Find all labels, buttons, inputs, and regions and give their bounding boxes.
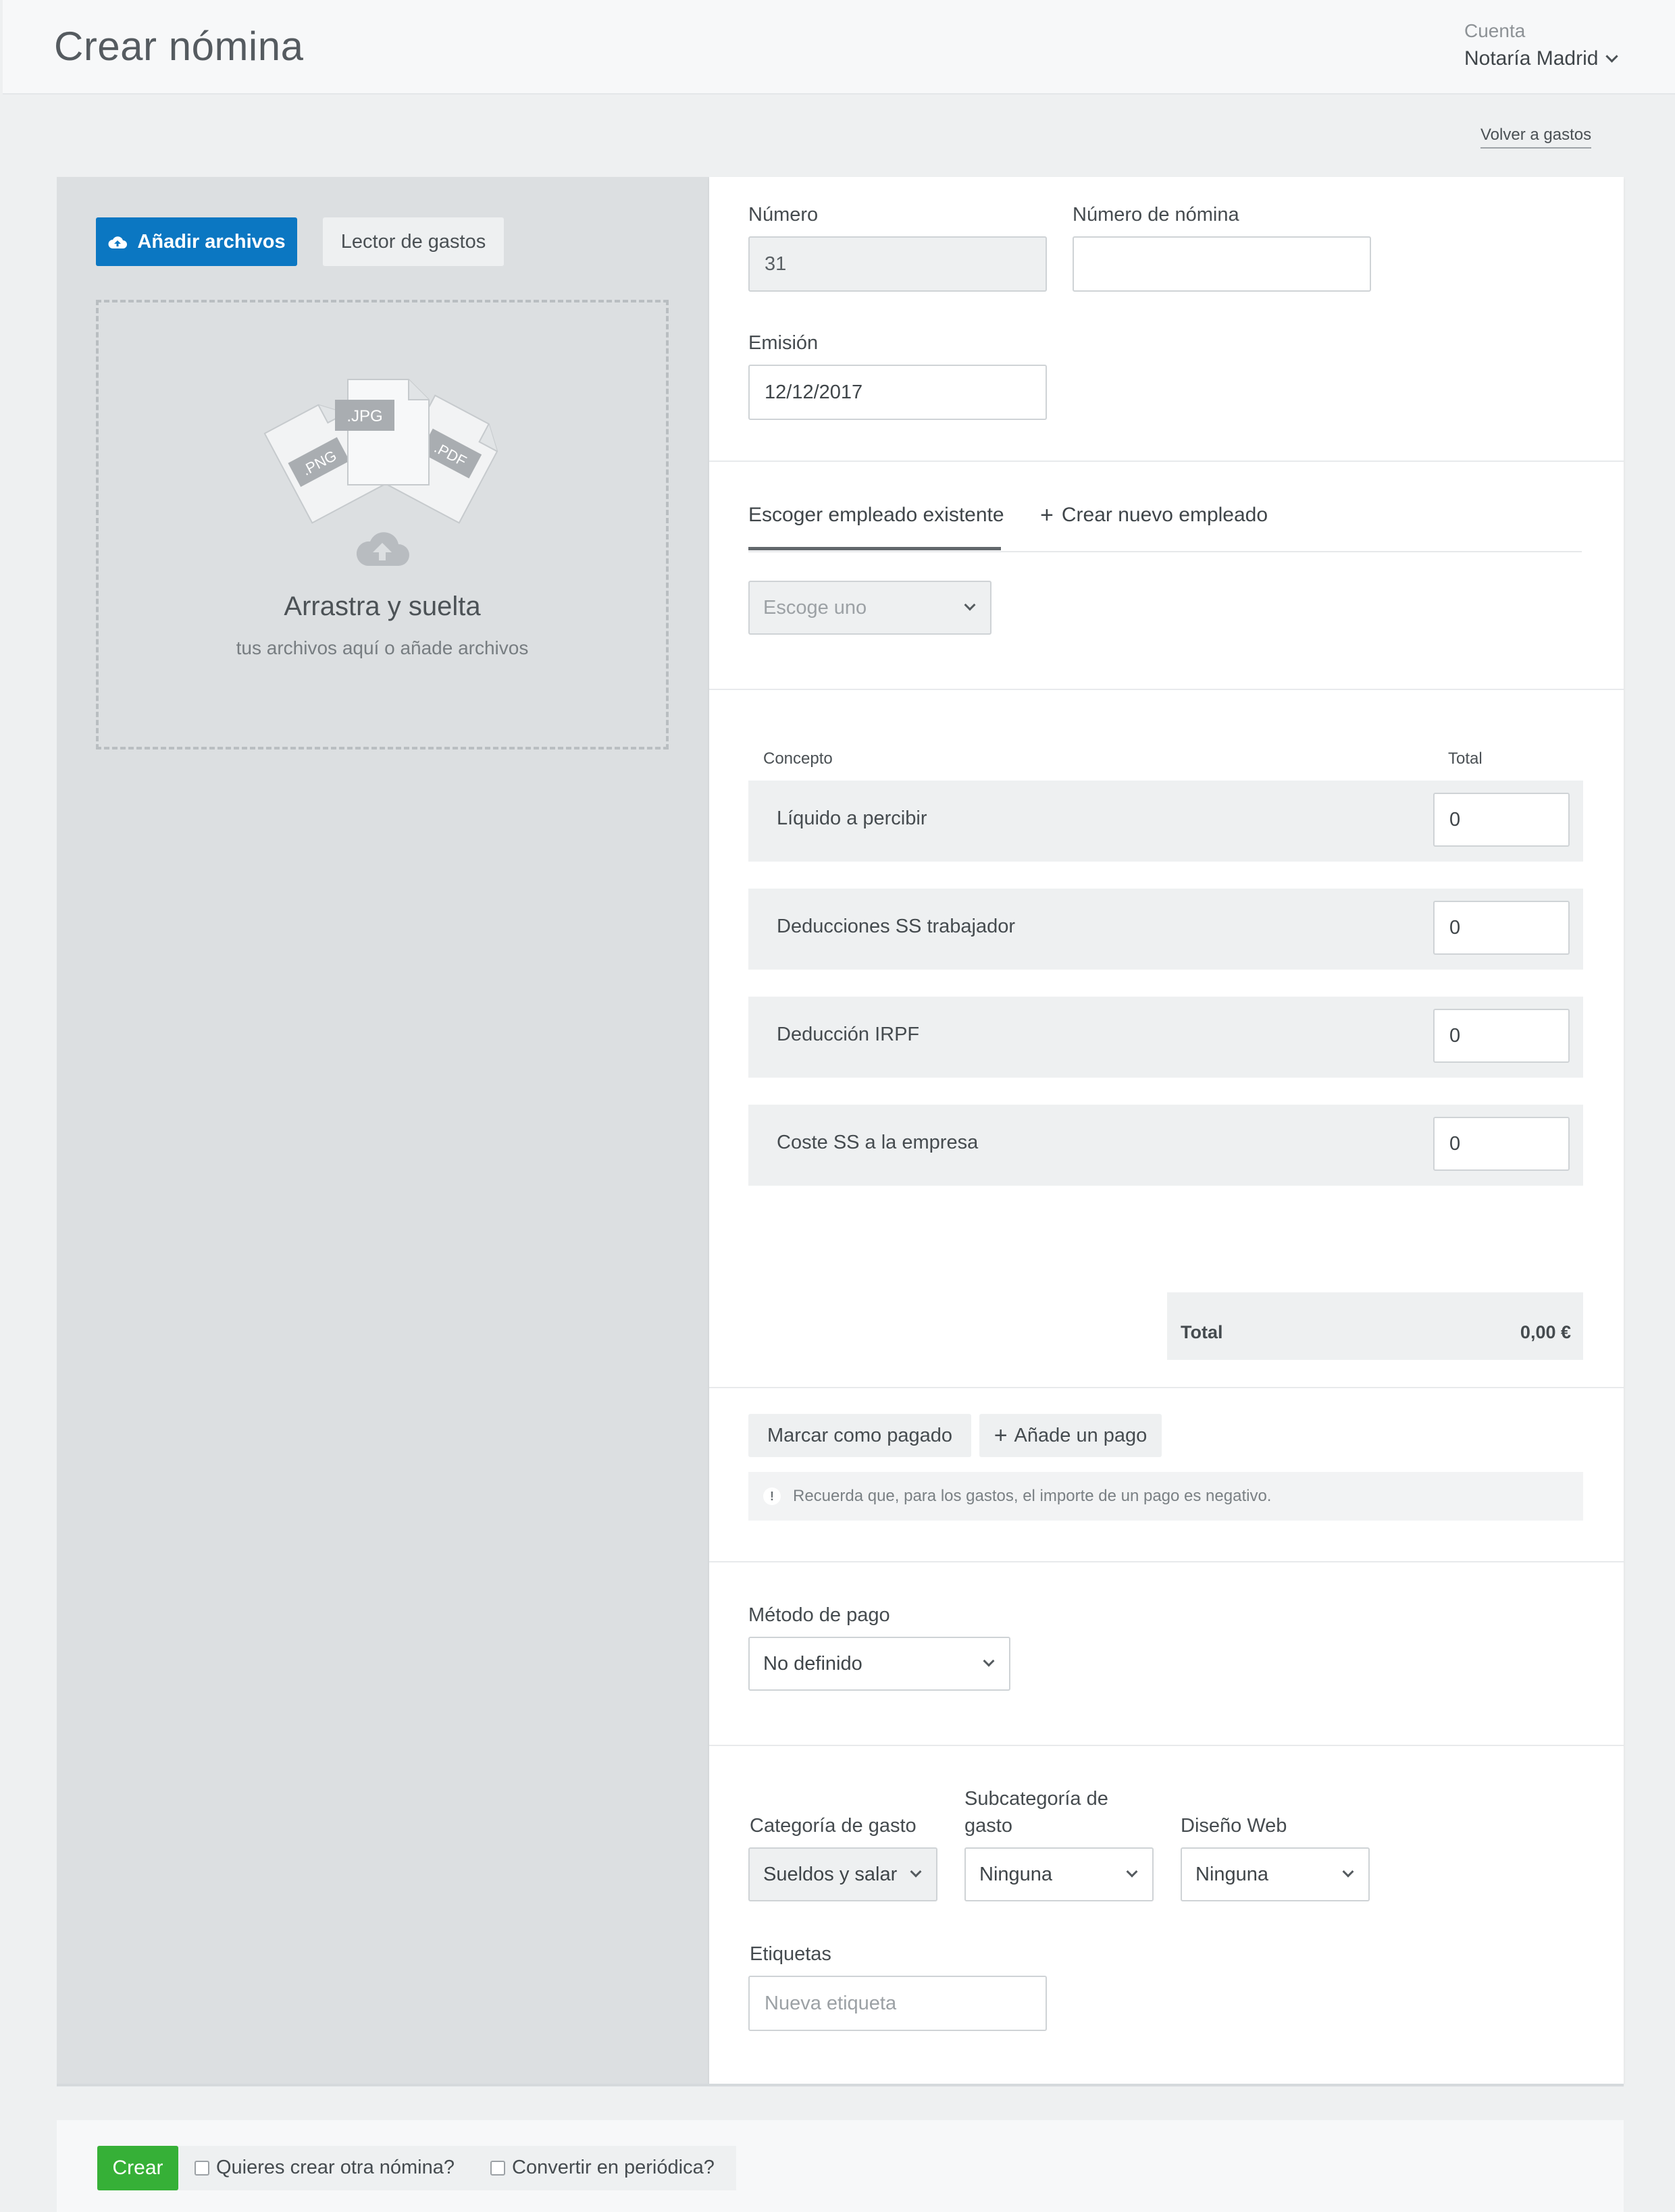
tab-existing-employee[interactable]: Escoger empleado existente	[748, 504, 1004, 527]
mark-paid-button[interactable]: Marcar como pagado	[748, 1414, 971, 1457]
concept-column-header: Concepto	[763, 749, 833, 768]
subcategory-label-line2: gasto	[964, 1815, 1012, 1837]
concept-row: Deducciones SS trabajador 0	[748, 889, 1583, 970]
web-design-value: Ninguna	[1195, 1863, 1269, 1885]
tab-new-employee-label: Crear nuevo empleado	[1061, 504, 1268, 526]
concept-label: Deducciones SS trabajador	[777, 916, 1016, 937]
employee-select-value: Escoge uno	[763, 596, 867, 618]
account-selector[interactable]: Notaría Madrid	[1464, 47, 1619, 70]
account-label: Cuenta	[1464, 20, 1526, 41]
create-another-checkbox[interactable]: Quieres crear otra nómina?	[195, 2157, 455, 2179]
create-another-label: Quieres crear otra nómina?	[216, 2157, 455, 2178]
tags-input[interactable]: Nueva etiqueta	[748, 1976, 1047, 2031]
section-divider	[709, 689, 1624, 690]
web-design-label: Diseño Web	[1181, 1815, 1287, 1837]
chevron-down-icon	[1126, 1866, 1138, 1878]
payment-method-select[interactable]: No definido	[748, 1637, 1010, 1691]
section-divider	[709, 1561, 1624, 1562]
concept-row: Líquido a percibir 0	[748, 781, 1583, 862]
expense-reader-button[interactable]: Lector de gastos	[323, 217, 504, 266]
chevron-down-icon	[983, 1655, 995, 1667]
checkbox-box[interactable]	[195, 2160, 209, 2176]
add-payment-label: Añade un pago	[1014, 1424, 1148, 1446]
section-divider	[709, 460, 1624, 462]
active-tab-indicator	[748, 547, 1001, 550]
number-label: Número	[748, 204, 819, 226]
cloud-upload-icon	[108, 236, 128, 248]
payroll-number-input[interactable]	[1073, 236, 1371, 292]
section-divider	[709, 1745, 1624, 1746]
tags-placeholder: Nueva etiqueta	[765, 1992, 897, 2014]
plus-icon: +	[1040, 502, 1054, 528]
checkbox-box[interactable]	[490, 2160, 505, 2176]
total-column-header: Total	[1448, 749, 1483, 768]
plus-icon: +	[994, 1423, 1008, 1448]
concept-label: Coste SS a la empresa	[777, 1132, 979, 1153]
cloud-upload-icon	[356, 532, 409, 566]
section-divider	[709, 1387, 1624, 1388]
back-to-expenses-link[interactable]: Volver a gastos	[1480, 126, 1592, 149]
concept-amount-input[interactable]: 0	[1433, 793, 1570, 847]
tab-new-employee[interactable]: + Crear nuevo empleado	[1040, 504, 1268, 527]
category-value: Sueldos y salar	[763, 1863, 898, 1885]
concept-amount-input[interactable]: 0	[1433, 1117, 1570, 1171]
concept-row: Deducción IRPF 0	[748, 997, 1583, 1078]
jpg-tag: .JPG	[346, 407, 382, 425]
total-label: Total	[1181, 1322, 1223, 1342]
tags-label: Etiquetas	[750, 1943, 831, 1965]
tabs-baseline	[748, 551, 1582, 552]
add-files-label: Añadir archivos	[137, 230, 286, 253]
add-files-button[interactable]: Añadir archivos	[96, 217, 297, 266]
add-payment-button[interactable]: + Añade un pago	[979, 1414, 1162, 1457]
exclamation-icon: !	[763, 1487, 781, 1505]
payroll-number-label: Número de nómina	[1073, 204, 1239, 226]
chevron-down-icon	[1342, 1866, 1354, 1878]
payment-method-value: No definido	[763, 1652, 862, 1675]
employee-select[interactable]: Escoge uno	[748, 581, 991, 635]
chevron-down-icon	[964, 599, 976, 611]
number-input[interactable]: 31	[748, 236, 1047, 292]
concept-label: Líquido a percibir	[777, 808, 927, 829]
concept-amount-input[interactable]: 0	[1433, 901, 1570, 955]
card-shadow	[57, 2084, 1624, 2086]
concept-label: Deducción IRPF	[777, 1024, 920, 1045]
notice-text: Recuerda que, para los gastos, el import…	[793, 1487, 1272, 1505]
chevron-down-icon	[1605, 49, 1619, 63]
periodic-label: Convertir en periódica?	[512, 2157, 715, 2178]
total-summary: Total 0,00 €	[1167, 1292, 1583, 1360]
subcategory-value: Ninguna	[979, 1863, 1053, 1885]
subcategory-label-line1: Subcategoría de	[964, 1788, 1108, 1810]
periodic-checkbox[interactable]: Convertir en periódica?	[490, 2157, 715, 2179]
page-title: Crear nómina	[54, 24, 304, 69]
subcategory-select[interactable]: Ninguna	[964, 1847, 1154, 1901]
create-button[interactable]: Crear	[97, 2146, 178, 2190]
issue-date-input[interactable]: 12/12/2017	[748, 365, 1047, 420]
payment-method-label: Método de pago	[748, 1604, 890, 1626]
issue-date-label: Emisión	[748, 332, 819, 354]
concept-amount-input[interactable]: 0	[1433, 1009, 1570, 1063]
concept-row: Coste SS a la empresa 0	[748, 1105, 1583, 1186]
chevron-down-icon	[910, 1866, 922, 1878]
jpg-file-icon: .JPG	[335, 379, 430, 485]
category-label: Categoría de gasto	[750, 1815, 917, 1837]
total-value: 0,00 €	[1520, 1322, 1571, 1342]
category-select[interactable]: Sueldos y salar	[748, 1847, 937, 1901]
account-name: Notaría Madrid	[1464, 47, 1599, 70]
web-design-select[interactable]: Ninguna	[1181, 1847, 1370, 1901]
dropzone-subtitle: tus archivos aquí o añade archivos	[236, 637, 529, 658]
dropzone-title: Arrastra y suelta	[284, 591, 481, 621]
payment-notice: ! Recuerda que, para los gastos, el impo…	[748, 1472, 1583, 1521]
